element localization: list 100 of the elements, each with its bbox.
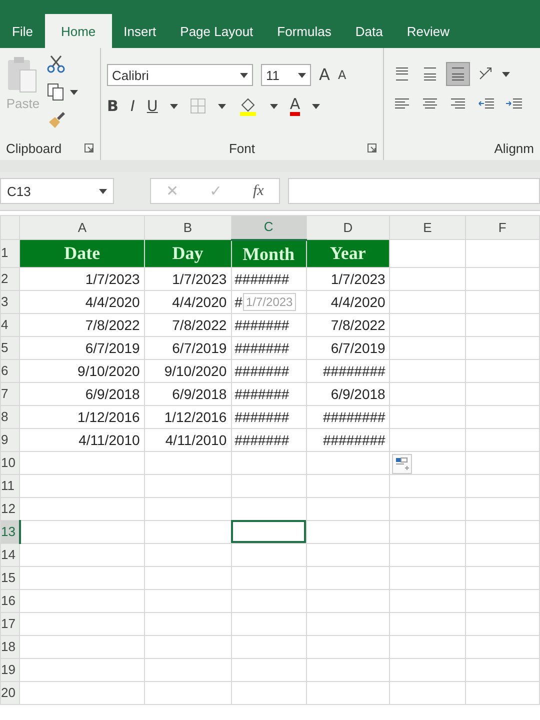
table-cell: ########	[306, 428, 390, 451]
row-header[interactable]: 11	[0, 474, 20, 497]
table-cell: #######	[231, 359, 306, 382]
table-cell: 4/11/2010	[20, 428, 144, 451]
align-bottom-icon	[449, 65, 467, 83]
caret-icon[interactable]	[312, 104, 320, 108]
caret-icon[interactable]	[240, 72, 248, 78]
row-header[interactable]: 7	[0, 382, 20, 405]
row-header[interactable]: 6	[0, 359, 20, 382]
ribbon-tab[interactable]: Review	[394, 14, 462, 48]
caret-icon[interactable]	[99, 188, 107, 194]
group-label: Font	[228, 140, 255, 156]
row-header[interactable]: 2	[0, 267, 20, 290]
table-cell: 4/4/2020	[20, 290, 144, 313]
row-header[interactable]: 18	[0, 635, 20, 658]
table-cell: 7/8/2022	[20, 313, 144, 336]
caret-icon[interactable]	[170, 104, 178, 108]
row-header[interactable]: 20	[0, 681, 20, 704]
table-cell: ########	[306, 405, 390, 428]
table-cell: ########	[306, 359, 390, 382]
table-cell: #######	[231, 382, 306, 405]
table-cell: 6/9/2018	[144, 382, 232, 405]
table-cell: 7/8/2022	[144, 313, 232, 336]
header-cell: Month	[231, 240, 306, 267]
table-cell: 6/7/2019	[144, 336, 232, 359]
table-cell: 1/7/2023	[306, 267, 390, 290]
grow-font-button[interactable]: A	[319, 67, 330, 83]
shrink-font-button[interactable]: A	[338, 69, 346, 81]
underline-button[interactable]: U	[146, 98, 158, 114]
table-cell: #######	[231, 313, 306, 336]
align-top-icon	[393, 65, 411, 83]
row-header[interactable]: 14	[0, 543, 20, 566]
table-cell: 1/7/2023	[20, 267, 144, 290]
align-middle-icon	[421, 65, 439, 83]
name-box[interactable]: C13	[0, 178, 114, 204]
column-header[interactable]: F	[465, 216, 540, 240]
header-cell: Date	[20, 240, 144, 267]
table-cell: #######	[231, 267, 306, 290]
column-header[interactable]: B	[144, 216, 232, 240]
launcher-icon[interactable]	[84, 143, 94, 153]
bold-button[interactable]: B	[107, 98, 118, 114]
caret-icon[interactable]	[270, 104, 278, 108]
ribbon-tab[interactable]: Data	[343, 14, 395, 48]
table-cell: 4/4/2020	[144, 290, 232, 313]
row-header[interactable]: 4	[0, 313, 20, 336]
row-header[interactable]: 13	[0, 520, 20, 543]
ribbon-tab[interactable]: Home	[44, 14, 112, 48]
column-header[interactable]: C	[231, 216, 306, 240]
tooltip: 1/7/2023	[243, 293, 296, 311]
font-size-field[interactable]: 11	[261, 64, 311, 86]
table-cell: 9/10/2020	[144, 359, 232, 382]
caret-icon[interactable]	[298, 72, 306, 78]
font-color-button[interactable]: A	[290, 96, 300, 116]
cut-icon[interactable]	[46, 54, 66, 74]
table-cell: 1/12/2016	[144, 405, 232, 428]
row-header[interactable]: 10	[0, 451, 20, 474]
italic-button[interactable]: I	[130, 98, 135, 114]
column-header[interactable]: A	[20, 216, 144, 240]
header-cell: Year	[306, 240, 390, 267]
ribbon-tab[interactable]: Page Layout	[168, 14, 266, 48]
quick-analysis-icon[interactable]	[392, 454, 412, 474]
selected-cell[interactable]	[231, 520, 306, 543]
formula-field[interactable]	[288, 178, 540, 204]
launcher-icon[interactable]	[367, 143, 377, 153]
ribbon-tab[interactable]: File	[0, 14, 45, 48]
row-header[interactable]: 16	[0, 589, 20, 612]
caret-icon[interactable]	[502, 72, 510, 76]
table-cell: 6/9/2018	[306, 382, 390, 405]
row-header[interactable]: 8	[0, 405, 20, 428]
column-header[interactable]: D	[306, 216, 390, 240]
fill-bucket-icon[interactable]	[238, 96, 258, 116]
table-cell: 6/7/2019	[20, 336, 144, 359]
caret-icon[interactable]	[70, 90, 78, 94]
column-header[interactable]: E	[390, 216, 466, 240]
row-header[interactable]: 19	[0, 658, 20, 681]
group-label: Alignm	[494, 140, 534, 156]
table-cell: 6/9/2018	[20, 382, 144, 405]
table-cell: 7/8/2022	[306, 313, 390, 336]
ribbon-tab[interactable]: Formulas	[265, 14, 344, 48]
row-header[interactable]: 17	[0, 612, 20, 635]
table-cell: #######	[231, 336, 306, 359]
row-header[interactable]: 9	[0, 428, 20, 451]
table-cell: 4/11/2010	[144, 428, 232, 451]
ribbon-tab[interactable]: Insert	[112, 14, 168, 48]
row-header[interactable]: 15	[0, 566, 20, 589]
table-cell: 4/4/2020	[306, 290, 390, 313]
insert-function-button[interactable]: fx	[252, 182, 264, 200]
row-header[interactable]: 1	[0, 240, 20, 267]
caret-icon[interactable]	[218, 104, 226, 108]
table-cell: 9/10/2020	[20, 359, 144, 382]
copy-icon[interactable]	[46, 82, 66, 102]
group-label: Clipboard	[6, 140, 62, 156]
row-header[interactable]: 5	[0, 336, 20, 359]
font-name-field[interactable]: Calibri	[107, 64, 253, 86]
align-bottom-button[interactable]	[446, 62, 470, 86]
table-cell: 1/12/2016	[20, 405, 144, 428]
row-header[interactable]: 12	[0, 497, 20, 520]
row-header[interactable]: 3	[0, 290, 20, 313]
table-cell: 6/7/2019	[306, 336, 390, 359]
table-cell: #######	[231, 428, 306, 451]
